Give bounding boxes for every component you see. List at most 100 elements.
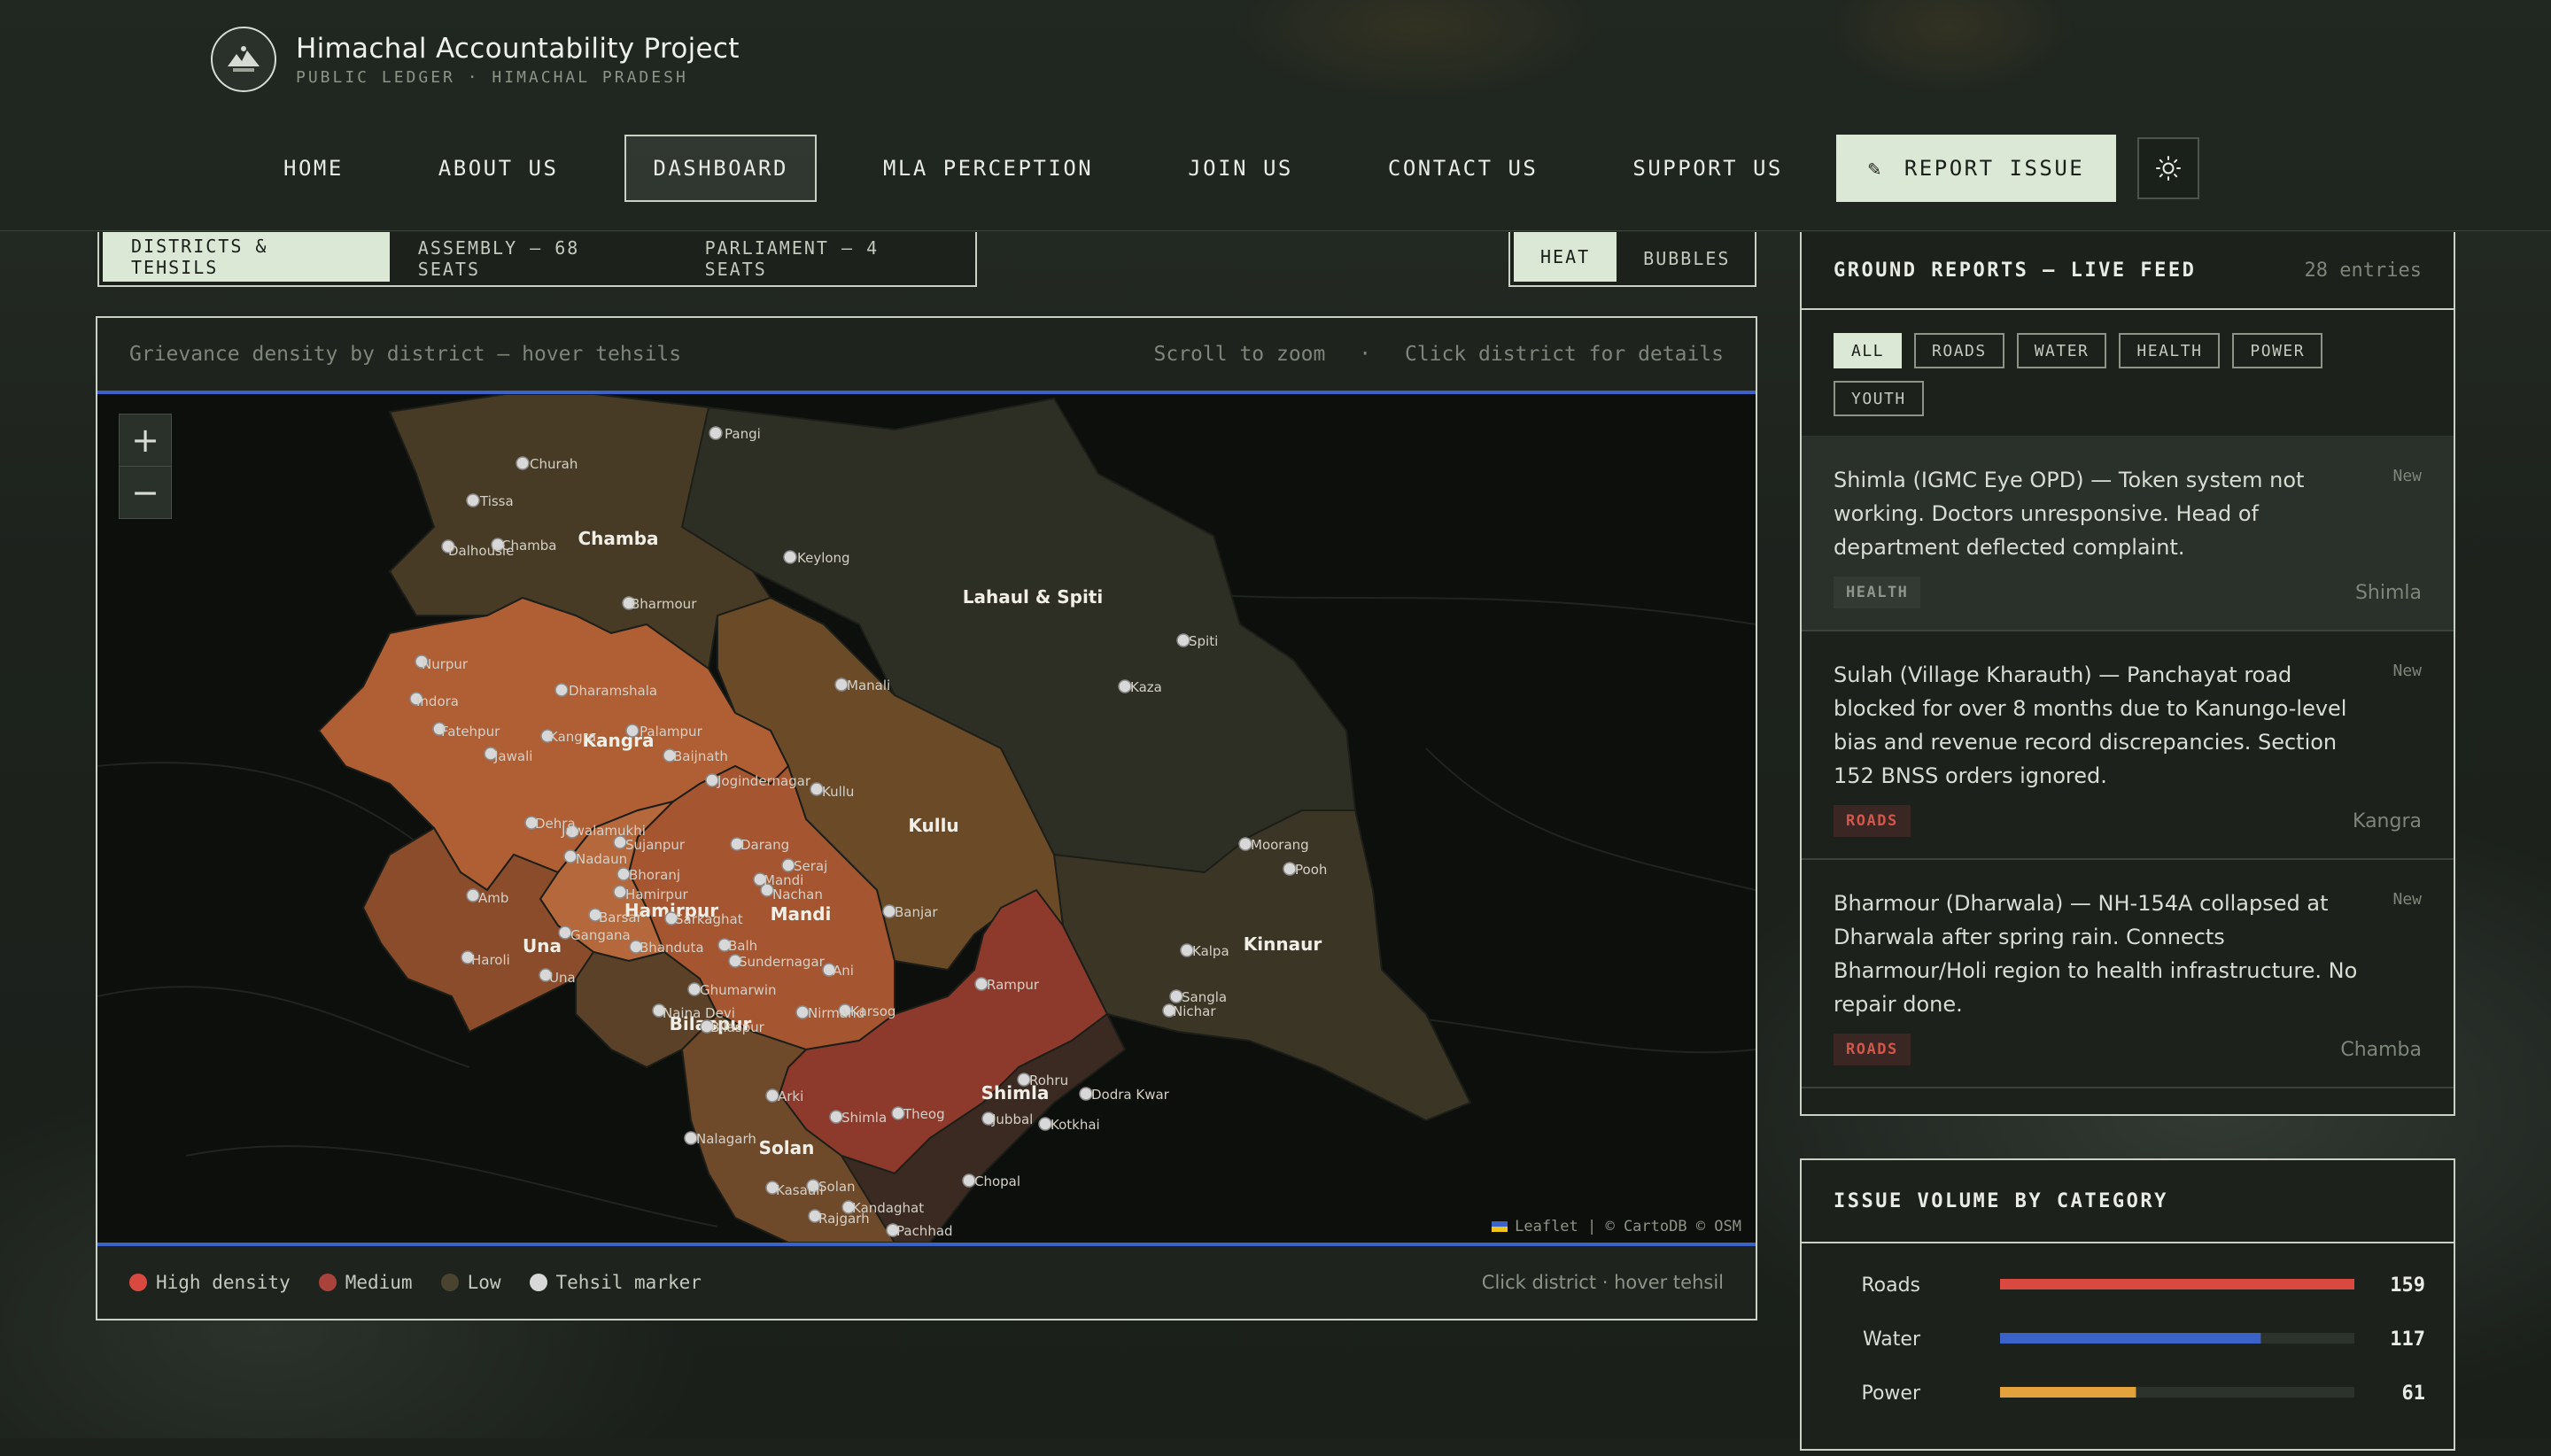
tehsil-label-nadaun: Nadaun xyxy=(576,851,627,867)
logo-emblem-icon xyxy=(211,27,276,92)
tehsil-marker[interactable] xyxy=(962,1173,976,1188)
district-map[interactable]: Chamba Lahaul & Spiti Kangra Kullu Hamir… xyxy=(97,394,1756,1243)
tehsil-marker[interactable] xyxy=(974,977,989,991)
zoom-out-button[interactable]: − xyxy=(120,466,171,518)
tehsil-label-banjar: Banjar xyxy=(895,904,938,920)
tehsil-marker[interactable] xyxy=(834,678,849,692)
report-status: New xyxy=(2392,467,2422,485)
bar-value: 117 xyxy=(2390,1328,2425,1351)
tehsil-marker[interactable] xyxy=(684,1131,698,1145)
tab-districts-tehsils[interactable]: DISTRICTS & TEHSILS xyxy=(103,232,390,282)
tehsil-marker[interactable] xyxy=(783,550,797,564)
brand-title: Himachal Accountability Project xyxy=(296,32,740,65)
tehsil-marker[interactable] xyxy=(1038,1117,1052,1131)
legend-high-density: High density xyxy=(129,1272,291,1293)
tehsil-marker[interactable] xyxy=(705,773,719,787)
tab-heat[interactable]: HEAT xyxy=(1514,232,1617,282)
tehsil-marker[interactable] xyxy=(810,782,824,796)
tehsil-label-dodra-kwar: Dodra Kwar xyxy=(1091,1087,1170,1103)
tehsil-marker[interactable] xyxy=(795,1005,810,1019)
bar[interactable] xyxy=(2000,1333,2261,1344)
tab-assembly[interactable]: ASSEMBLY — 68 SEATS xyxy=(390,232,677,285)
report-item[interactable]: Shimla (IGMC Eye OPD) — Token system not… xyxy=(1802,437,2454,631)
nav-contact-us[interactable]: CONTACT US xyxy=(1360,135,1567,202)
tehsil-label-rohru: Rohru xyxy=(1029,1073,1068,1088)
report-location: Shimla xyxy=(2354,581,2422,604)
bar[interactable] xyxy=(2000,1387,2136,1398)
filter-all[interactable]: ALL xyxy=(1834,333,1903,368)
report-issue-button[interactable]: ✎ REPORT ISSUE xyxy=(1835,135,2117,202)
nav-about-us[interactable]: ABOUT US xyxy=(410,135,587,202)
tehsil-marker[interactable] xyxy=(554,683,569,697)
label-mandi: Mandi xyxy=(771,903,832,925)
zoom-in-button[interactable]: + xyxy=(120,414,171,466)
tehsil-label-fatehpur: Fatehpur xyxy=(441,724,500,740)
tehsil-marker[interactable] xyxy=(1238,837,1252,851)
report-item[interactable]: Bharmour (Dharwala) — NH-154A collapsed … xyxy=(1802,860,2454,1088)
tehsil-marker[interactable] xyxy=(781,858,795,872)
tehsil-marker[interactable] xyxy=(616,867,631,881)
map-hint-separator: · xyxy=(1359,343,1372,366)
map-panel: Grievance density by district — hover te… xyxy=(96,316,1757,1320)
map-attribution[interactable]: Leaflet | © CartoDB © OSM xyxy=(1492,1218,1741,1235)
bar-value: 61 xyxy=(2402,1382,2426,1405)
attribution-text: Leaflet | © CartoDB © OSM xyxy=(1515,1218,1741,1235)
main-nav: HOME ABOUT US DASHBOARD MLA PERCEPTION J… xyxy=(255,135,2200,202)
nav-mla-perception[interactable]: MLA PERCEPTION xyxy=(855,135,1121,202)
filter-water[interactable]: WATER xyxy=(2016,333,2107,368)
tehsil-marker[interactable] xyxy=(709,426,723,440)
tehsil-marker[interactable] xyxy=(687,982,702,996)
legend-label: High density xyxy=(156,1272,291,1293)
tehsil-marker[interactable] xyxy=(1017,1073,1031,1087)
tehsil-label-kandaghat: Kandaghat xyxy=(852,1200,924,1216)
tehsil-label-jawali: Jawali xyxy=(493,748,532,764)
tehsil-marker[interactable] xyxy=(829,1110,843,1124)
bar[interactable] xyxy=(2000,1279,2354,1289)
theme-toggle-button[interactable] xyxy=(2137,137,2200,199)
tehsil-marker[interactable] xyxy=(613,885,627,899)
filter-roads[interactable]: ROADS xyxy=(1914,333,2004,368)
tehsil-marker[interactable] xyxy=(1169,989,1183,1003)
tehsil-marker[interactable] xyxy=(516,456,530,470)
feed-title: GROUND REPORTS — LIVE FEED xyxy=(1834,259,2197,282)
tehsil-marker[interactable] xyxy=(891,1106,905,1120)
map-hint-click: Click district for details xyxy=(1404,343,1724,366)
tehsil-marker[interactable] xyxy=(765,1088,779,1103)
issue-volume-chart: Roads 159 Water 117 Power 61 xyxy=(1861,1274,2426,1405)
map-hint-zoom: Scroll to zoom xyxy=(1153,343,1326,366)
nav-join-us[interactable]: JOIN US xyxy=(1159,135,1322,202)
tehsil-label-theog: Theog xyxy=(903,1106,945,1122)
feed-filters: ALL ROADS WATER HEALTH POWER YOUTH xyxy=(1802,310,2454,437)
tehsil-marker[interactable] xyxy=(466,493,480,507)
filter-youth[interactable]: YOUTH xyxy=(1834,381,1924,416)
report-text: Shimla (IGMC Eye OPD) — Token system not… xyxy=(1834,468,2305,560)
filter-power[interactable]: POWER xyxy=(2232,333,2323,368)
map-canvas[interactable]: Chamba Lahaul & Spiti Kangra Kullu Hamir… xyxy=(97,391,1756,1246)
bar-label: Water xyxy=(1863,1328,1921,1351)
nav-home[interactable]: HOME xyxy=(255,135,372,202)
tehsil-marker[interactable] xyxy=(882,904,896,918)
nav-support-us[interactable]: SUPPORT US xyxy=(1604,135,1811,202)
tehsil-marker[interactable] xyxy=(558,925,572,940)
tehsil-label-kaza: Kaza xyxy=(1130,679,1162,695)
tehsil-marker[interactable] xyxy=(1079,1087,1093,1101)
tehsil-marker[interactable] xyxy=(625,724,640,738)
tab-bubbles[interactable]: BUBBLES xyxy=(1617,232,1756,285)
tab-parliament[interactable]: PARLIAMENT — 4 SEATS xyxy=(677,232,975,285)
nav-dashboard[interactable]: DASHBOARD xyxy=(624,135,817,202)
map-hints: Scroll to zoom · Click district for deta… xyxy=(1133,343,1724,366)
report-tag: HEALTH xyxy=(1834,577,1921,608)
tehsil-label-sundernagar: Sundernagar xyxy=(739,954,826,970)
tehsil-label-balh: Balh xyxy=(728,938,757,954)
report-item[interactable]: Sulah (Village Kharauth) — Panchayat roa… xyxy=(1802,631,2454,860)
legend-dot-icon xyxy=(440,1274,459,1291)
tehsil-marker[interactable] xyxy=(1283,862,1297,876)
tehsil-marker[interactable] xyxy=(466,888,480,902)
brand[interactable]: Himachal Accountability Project PUBLIC L… xyxy=(211,27,740,92)
tehsil-marker[interactable] xyxy=(1180,943,1194,957)
map-mode-tabs: HEAT BUBBLES xyxy=(1508,232,1756,287)
filter-health[interactable]: HEALTH xyxy=(2119,333,2221,368)
tehsil-marker[interactable] xyxy=(1118,679,1132,693)
tehsil-marker[interactable] xyxy=(1176,633,1190,647)
tehsil-marker[interactable] xyxy=(563,849,578,864)
